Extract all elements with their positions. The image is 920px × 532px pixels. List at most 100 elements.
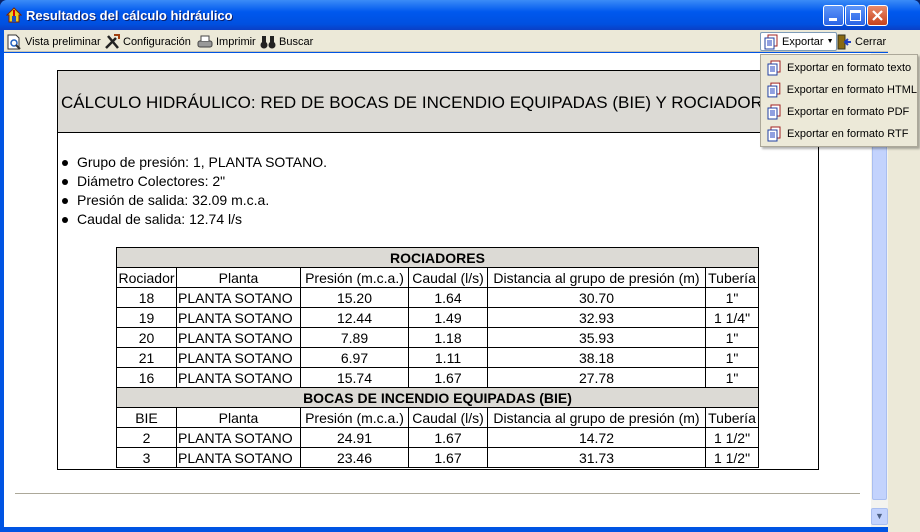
table-row: 3 PLANTA SOTANO 23.46 1.67 31.73 1 1/2"	[116, 447, 759, 468]
column-header: Rociador	[116, 267, 177, 288]
window: Resultados del cálculo hidráulico Vista …	[0, 0, 920, 532]
table-cell: 1.49	[408, 307, 488, 328]
column-header-row: BIE Planta Presión (m.c.a.) Caudal (l/s) Dis…	[116, 407, 759, 428]
column-header: Caudal (l/s)	[408, 267, 488, 288]
export-menu: Exportar en formato texto Exportar en for…	[760, 54, 918, 147]
table-cell: 15.74	[300, 367, 409, 388]
table-cell: 20	[116, 327, 177, 348]
summary-list: Grupo de presión: 1, PLANTA SOTANO. Diám…	[62, 153, 327, 229]
table-cell: 18	[116, 287, 177, 308]
config-button[interactable]: Configuración	[104, 33, 191, 50]
table-cell: 32.93	[487, 307, 706, 328]
section-header-row: ROCIADORES	[116, 247, 759, 268]
minimize-button[interactable]	[823, 5, 844, 26]
export-menu-item[interactable]: Exportar en formato PDF	[761, 101, 917, 123]
section-title: ROCIADORES	[116, 247, 759, 268]
close-window-button[interactable]	[867, 5, 888, 26]
table-cell: 1.67	[408, 367, 488, 388]
menu-item-label: Exportar en formato PDF	[787, 106, 910, 118]
column-header: Planta	[176, 407, 301, 428]
print-button[interactable]: Imprimir	[197, 33, 256, 50]
scroll-down-button[interactable]: ▼	[871, 508, 888, 525]
table-cell: PLANTA SOTANO	[176, 367, 301, 388]
table-row: 19 PLANTA SOTANO 12.44 1.49 32.93 1 1/4"	[116, 307, 759, 328]
export-dropdown-button[interactable]: Exportar ▼	[760, 32, 837, 51]
table-row: 16 PLANTA SOTANO 15.74 1.67 27.78 1"	[116, 367, 759, 388]
export-icon	[767, 60, 781, 76]
list-item: Caudal de salida: 12.74 l/s	[62, 210, 327, 229]
preview-button[interactable]: Vista preliminar	[6, 33, 101, 50]
table-cell: PLANTA SOTANO	[176, 287, 301, 308]
table-cell: 19	[116, 307, 177, 328]
table-cell: 6.97	[300, 347, 409, 368]
table-cell: 3	[116, 447, 177, 468]
table-cell: 16	[116, 367, 177, 388]
window-title: Resultados del cálculo hidráulico	[26, 8, 233, 23]
search-label: Buscar	[279, 35, 314, 48]
column-header: Presión (m.c.a.)	[300, 407, 409, 428]
table-cell: 1 1/2"	[705, 447, 759, 468]
export-icon	[767, 104, 781, 120]
menu-item-label: Exportar en formato RTF	[787, 128, 909, 140]
table-cell: PLANTA SOTANO	[176, 327, 301, 348]
menu-item-label: Exportar en formato texto	[787, 62, 912, 74]
column-header-row: Rociador Planta Presión (m.c.a.) Caudal (l/…	[116, 267, 759, 288]
table-cell: 2	[116, 427, 177, 448]
table-cell: 1.67	[408, 447, 488, 468]
preview-label: Vista preliminar	[25, 35, 101, 48]
export-menu-item[interactable]: Exportar en formato texto	[761, 57, 917, 79]
list-item: Grupo de presión: 1, PLANTA SOTANO.	[62, 153, 327, 172]
table-cell: 38.18	[487, 347, 706, 368]
list-item: Presión de salida: 32.09 m.c.a.	[62, 191, 327, 210]
table-cell: 35.93	[487, 327, 706, 348]
column-header: Caudal (l/s)	[408, 407, 488, 428]
table-cell: 7.89	[300, 327, 409, 348]
table-cell: 27.78	[487, 367, 706, 388]
table-cell: 1"	[705, 367, 759, 388]
table-cell: PLANTA SOTANO	[176, 307, 301, 328]
list-item: Diámetro Colectores: 2"	[62, 172, 327, 191]
column-header: BIE	[116, 407, 177, 428]
results-table: ROCIADORES Rociador Planta Presión (m.c.a.)…	[116, 247, 759, 468]
table-cell: 24.91	[300, 427, 409, 448]
title-bar[interactable]: Resultados del cálculo hidráulico	[0, 0, 920, 30]
export-menu-item[interactable]: Exportar en formato RTF	[761, 123, 917, 145]
table-cell: 1"	[705, 327, 759, 348]
tools-icon	[105, 33, 120, 49]
close-label: Cerrar	[855, 35, 887, 48]
close-button[interactable]: Cerrar	[836, 33, 886, 50]
table-cell: 1.18	[408, 327, 488, 348]
table-cell: PLANTA SOTANO	[176, 447, 301, 468]
column-header: Tubería	[705, 407, 759, 428]
app-house-icon	[6, 7, 22, 23]
column-header: Presión (m.c.a.)	[300, 267, 409, 288]
exit-door-icon	[837, 34, 851, 49]
menu-item-label: Exportar en formato HTML	[786, 84, 917, 96]
maximize-button[interactable]	[845, 5, 866, 26]
table-cell: 1.67	[408, 427, 488, 448]
column-header: Distancia al grupo de presión (m)	[487, 267, 706, 288]
print-preview-icon	[7, 34, 21, 50]
print-label: Imprimir	[216, 35, 256, 48]
table-cell: 23.46	[300, 447, 409, 468]
table-cell: 1 1/4"	[705, 307, 759, 328]
column-header: Tubería	[705, 267, 759, 288]
table-row: 2 PLANTA SOTANO 24.91 1.67 14.72 1 1/2"	[116, 427, 759, 448]
column-header: Planta	[176, 267, 301, 288]
export-icon	[767, 126, 781, 142]
search-button[interactable]: Buscar	[260, 33, 313, 50]
chevron-down-icon: ▼	[826, 38, 834, 45]
toolbar: Vista preliminar Configuración Imprimir …	[4, 30, 916, 52]
export-icon	[767, 82, 781, 98]
section-header-row: BOCAS DE INCENDIO EQUIPADAS (BIE)	[116, 387, 759, 408]
table-row: 20 PLANTA SOTANO 7.89 1.18 35.93 1"	[116, 327, 759, 348]
export-menu-item[interactable]: Exportar en formato HTML	[761, 79, 917, 101]
export-label: Exportar	[782, 35, 824, 48]
scrollbar-thumb[interactable]	[872, 120, 887, 500]
export-icon	[764, 34, 778, 49]
table-cell: PLANTA SOTANO	[176, 427, 301, 448]
table-cell: 30.70	[487, 287, 706, 308]
table-cell: 15.20	[300, 287, 409, 308]
table-cell: 12.44	[300, 307, 409, 328]
table-cell: 31.73	[487, 447, 706, 468]
